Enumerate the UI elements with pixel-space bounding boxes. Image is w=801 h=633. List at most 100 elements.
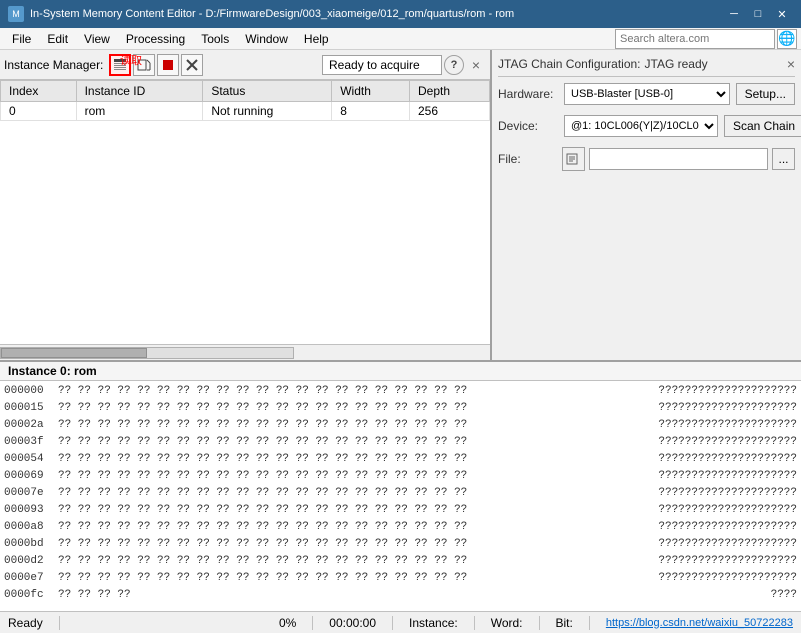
hex-ascii: ????????????????????? [658, 451, 797, 468]
instance-table: Index Instance ID Status Width Depth 0 r… [0, 80, 490, 344]
menu-file[interactable]: File [4, 30, 39, 48]
hex-bytes: ?? ?? ?? ?? [58, 587, 675, 604]
menu-view[interactable]: View [76, 30, 118, 48]
hex-row: 0000a8 ?? ?? ?? ?? ?? ?? ?? ?? ?? ?? ?? … [4, 519, 797, 536]
file-label: File: [498, 152, 558, 166]
device-label: Device: [498, 119, 558, 133]
hardware-select[interactable]: USB-Blaster [USB-0] [564, 83, 730, 105]
file-icon-button[interactable] [562, 147, 585, 171]
hex-address: 000000 [4, 383, 56, 400]
hex-bytes: ?? ?? ?? ?? ?? ?? ?? ?? ?? ?? ?? ?? ?? ?… [58, 570, 656, 587]
instance-label: Instance: [409, 616, 458, 630]
hex-bytes: ?? ?? ?? ?? ?? ?? ?? ?? ?? ?? ?? ?? ?? ?… [58, 553, 656, 570]
read-button[interactable] [109, 54, 131, 76]
close-button[interactable]: ✕ [771, 4, 793, 24]
search-input[interactable] [615, 29, 775, 49]
hex-row: 000093 ?? ?? ?? ?? ?? ?? ?? ?? ?? ?? ?? … [4, 502, 797, 519]
file-browse-button[interactable]: ... [772, 148, 795, 170]
hex-bytes: ?? ?? ?? ?? ?? ?? ?? ?? ?? ?? ?? ?? ?? ?… [58, 383, 656, 400]
hex-ascii: ????????????????????? [658, 536, 797, 553]
hex-bytes: ?? ?? ?? ?? ?? ?? ?? ?? ?? ?? ?? ?? ?? ?… [58, 502, 656, 519]
hex-ascii: ????????????????????? [658, 468, 797, 485]
col-status: Status [203, 81, 332, 102]
hex-viewer: Instance 0: rom 000000 ?? ?? ?? ?? ?? ??… [0, 360, 801, 611]
jtag-panel: JTAG Chain Configuration: JTAG ready × H… [491, 50, 801, 360]
device-row: Device: @1: 10CL006(Y|Z)/10CL0 Scan Chai… [498, 115, 795, 137]
hex-bytes: ?? ?? ?? ?? ?? ?? ?? ?? ?? ?? ?? ?? ?? ?… [58, 468, 656, 485]
status-link[interactable]: https://blog.csdn.net/waixiu_50722283 [606, 617, 793, 629]
hex-content[interactable]: 000000 ?? ?? ?? ?? ?? ?? ?? ?? ?? ?? ?? … [0, 381, 801, 611]
status-display: Ready to acquire [322, 55, 442, 75]
status-bar: Ready 0% 00:00:00 Instance: Word: Bit: h… [0, 611, 801, 633]
hex-address: 00002a [4, 417, 56, 434]
hex-bytes: ?? ?? ?? ?? ?? ?? ?? ?? ?? ?? ?? ?? ?? ?… [58, 485, 656, 502]
hex-ascii: ????????????????????? [658, 485, 797, 502]
window-controls[interactable]: ─ □ ✕ [723, 4, 793, 24]
hex-bytes: ?? ?? ?? ?? ?? ?? ?? ?? ?? ?? ?? ?? ?? ?… [58, 400, 656, 417]
minimize-button[interactable]: ─ [723, 4, 745, 24]
panel-close-button[interactable]: × [466, 55, 486, 75]
scan-chain-button[interactable]: Scan Chain [724, 115, 801, 137]
h-scrollbar[interactable] [0, 347, 294, 359]
hex-row: 000054 ?? ?? ?? ?? ?? ?? ?? ?? ?? ?? ?? … [4, 451, 797, 468]
progress-status: 0% [279, 616, 296, 630]
menu-help[interactable]: Help [296, 30, 337, 48]
col-width: Width [332, 81, 410, 102]
maximize-button[interactable]: □ [747, 4, 769, 24]
menu-window[interactable]: Window [237, 30, 296, 48]
hex-address: 0000a8 [4, 519, 56, 536]
menu-bar: File Edit View Processing Tools Window H… [0, 28, 801, 50]
menu-tools[interactable]: Tools [193, 30, 237, 48]
hex-row: 000015 ?? ?? ?? ?? ?? ?? ?? ?? ?? ?? ?? … [4, 400, 797, 417]
search-globe-icon[interactable]: 🌐 [777, 29, 797, 49]
cell-status: Not running [203, 102, 332, 121]
hardware-row: Hardware: USB-Blaster [USB-0] Setup... [498, 83, 795, 105]
hex-ascii: ???? [677, 587, 797, 604]
bit-label: Bit: [556, 616, 573, 630]
hex-ascii: ????????????????????? [658, 570, 797, 587]
hex-address: 00007e [4, 485, 56, 502]
menu-processing[interactable]: Processing [118, 30, 193, 48]
jtag-close-button[interactable]: × [787, 56, 795, 72]
help-button[interactable]: ? [444, 55, 464, 75]
write-button[interactable] [133, 54, 155, 76]
col-index: Index [1, 81, 77, 102]
jtag-status: JTAG ready [645, 57, 708, 71]
hex-address: 0000d2 [4, 553, 56, 570]
hex-row: 0000bd ?? ?? ?? ?? ?? ?? ?? ?? ?? ?? ?? … [4, 536, 797, 553]
hardware-label: Hardware: [498, 87, 558, 101]
window-title: In-System Memory Content Editor - D:/Fir… [30, 8, 514, 20]
cell-instance-id: rom [76, 102, 203, 121]
hex-address: 0000fc [4, 587, 56, 604]
setup-button[interactable]: Setup... [736, 83, 795, 105]
hex-row: 00002a ?? ?? ?? ?? ?? ?? ?? ?? ?? ?? ?? … [4, 417, 797, 434]
hex-ascii: ????????????????????? [658, 502, 797, 519]
hex-bytes: ?? ?? ?? ?? ?? ?? ?? ?? ?? ?? ?? ?? ?? ?… [58, 536, 656, 553]
hex-address: 000093 [4, 502, 56, 519]
table-row[interactable]: 0 rom Not running 8 256 [1, 102, 490, 121]
hex-address: 000054 [4, 451, 56, 468]
h-scrollbar-thumb[interactable] [1, 348, 147, 358]
instances-table: Index Instance ID Status Width Depth 0 r… [0, 80, 490, 121]
hex-ascii: ????????????????????? [658, 434, 797, 451]
hex-address: 000015 [4, 400, 56, 417]
stop-button[interactable] [157, 54, 179, 76]
h-scrollbar-area[interactable] [0, 344, 490, 360]
delete-button[interactable] [181, 54, 203, 76]
file-input[interactable] [589, 148, 768, 170]
hex-row: 000069 ?? ?? ?? ?? ?? ?? ?? ?? ?? ?? ?? … [4, 468, 797, 485]
menu-edit[interactable]: Edit [39, 30, 76, 48]
cell-index: 0 [1, 102, 77, 121]
jtag-title: JTAG Chain Configuration: [498, 57, 641, 71]
hex-bytes: ?? ?? ?? ?? ?? ?? ?? ?? ?? ?? ?? ?? ?? ?… [58, 417, 656, 434]
hex-row: 0000e7 ?? ?? ?? ?? ?? ?? ?? ?? ?? ?? ?? … [4, 570, 797, 587]
hex-bytes: ?? ?? ?? ?? ?? ?? ?? ?? ?? ?? ?? ?? ?? ?… [58, 519, 656, 536]
hex-row: 000000 ?? ?? ?? ?? ?? ?? ?? ?? ?? ?? ?? … [4, 383, 797, 400]
ready-status: Ready [8, 616, 43, 630]
word-label: Word: [491, 616, 523, 630]
hex-row: 00007e ?? ?? ?? ?? ?? ?? ?? ?? ?? ?? ?? … [4, 485, 797, 502]
jtag-header: JTAG Chain Configuration: JTAG ready × [498, 56, 795, 77]
hex-ascii: ????????????????????? [658, 417, 797, 434]
device-select[interactable]: @1: 10CL006(Y|Z)/10CL0 [564, 115, 718, 137]
hex-address: 0000bd [4, 536, 56, 553]
